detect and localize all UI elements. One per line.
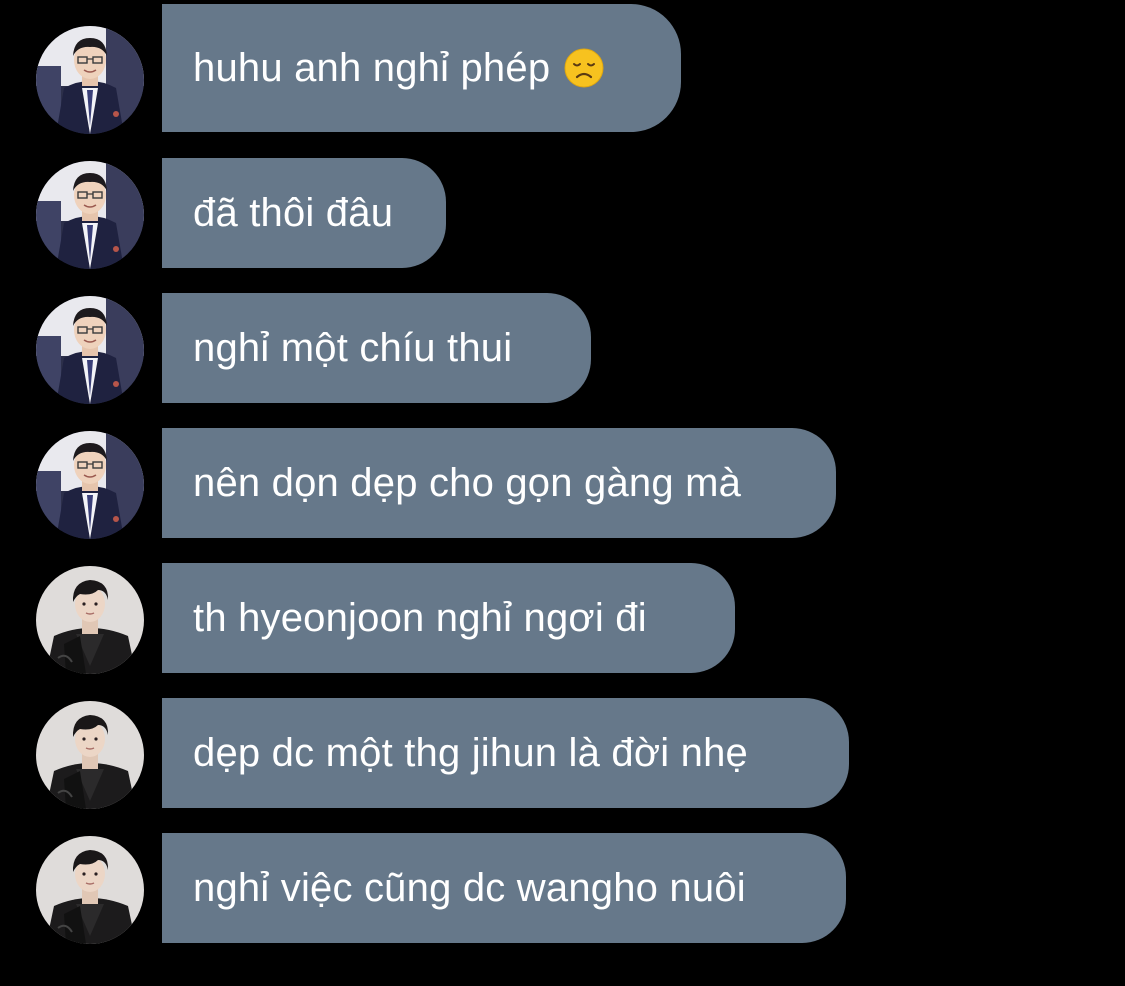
message-bubble[interactable]: đã thôi đâu: [162, 158, 446, 268]
message-row: nghỉ việc cũng dc wangho nuôi: [0, 833, 1125, 943]
message-row: th hyeonjoon nghỉ ngơi đi: [0, 563, 1125, 673]
message-bubble[interactable]: huhu anh nghỉ phép: [162, 4, 681, 132]
message-text: huhu anh nghỉ phép: [193, 45, 551, 90]
message-text: nghỉ một chíu thui: [193, 325, 513, 370]
avatar[interactable]: [36, 161, 144, 269]
message-bubble[interactable]: th hyeonjoon nghỉ ngơi đi: [162, 563, 735, 673]
message-row: nên dọn dẹp cho gọn gàng mà: [0, 428, 1125, 538]
message-row: huhu anh nghỉ phép: [0, 4, 1125, 134]
avatar[interactable]: [36, 26, 144, 134]
message-bubble[interactable]: nghỉ việc cũng dc wangho nuôi: [162, 833, 846, 943]
disappointed-face-icon: [564, 48, 604, 88]
message-text: th hyeonjoon nghỉ ngơi đi: [193, 595, 647, 640]
message-text: đã thôi đâu: [193, 190, 394, 235]
message-bubble[interactable]: dẹp dc một thg jihun là đời nhẹ: [162, 698, 849, 808]
message-text: nên dọn dẹp cho gọn gàng mà: [193, 460, 742, 505]
avatar[interactable]: [36, 296, 144, 404]
avatar[interactable]: [36, 566, 144, 674]
message-bubble[interactable]: nên dọn dẹp cho gọn gàng mà: [162, 428, 836, 538]
message-text: nghỉ việc cũng dc wangho nuôi: [193, 865, 746, 910]
message-text: dẹp dc một thg jihun là đời nhẹ: [193, 730, 749, 775]
avatar[interactable]: [36, 701, 144, 809]
chat-thread: huhu anh nghỉ phép đã thôi đâu nghỉ một …: [0, 0, 1125, 986]
message-bubble[interactable]: nghỉ một chíu thui: [162, 293, 591, 403]
message-row: đã thôi đâu: [0, 158, 1125, 268]
avatar[interactable]: [36, 431, 144, 539]
message-row: dẹp dc một thg jihun là đời nhẹ: [0, 698, 1125, 808]
message-row: nghỉ một chíu thui: [0, 293, 1125, 403]
avatar[interactable]: [36, 836, 144, 944]
